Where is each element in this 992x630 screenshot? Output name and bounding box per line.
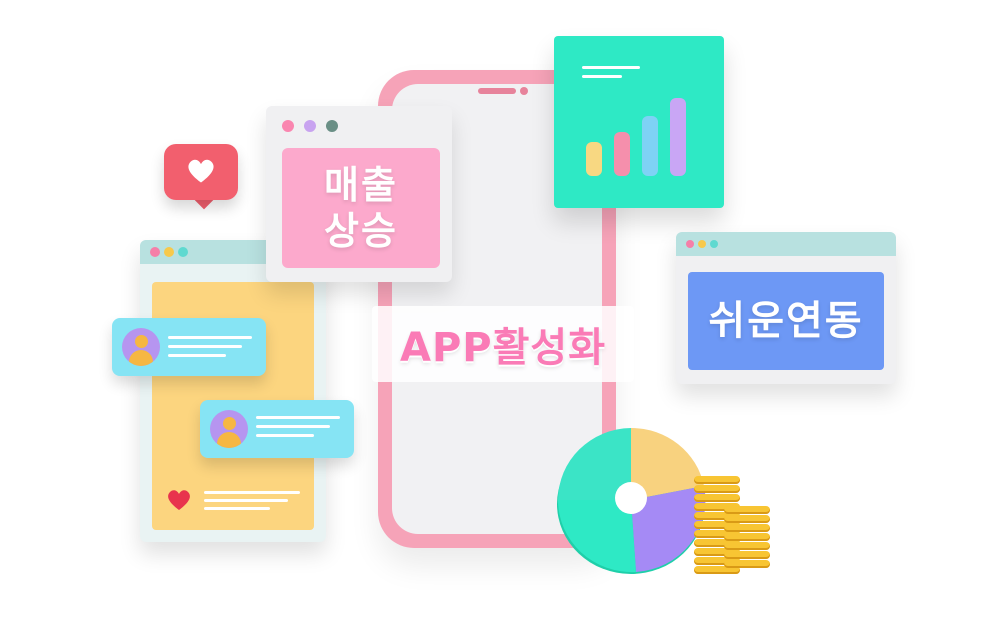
avatar-icon xyxy=(122,328,160,366)
text-line xyxy=(256,425,330,428)
chat-bubble xyxy=(200,400,354,458)
window-dot-teal xyxy=(710,240,718,248)
window-dot-pink xyxy=(282,120,294,132)
easy-link-label: 쉬운연동 xyxy=(708,298,864,344)
heart-icon xyxy=(168,490,190,510)
chat-bubble xyxy=(112,318,266,376)
integration-window-titlebar xyxy=(676,232,896,256)
window-dot-red xyxy=(686,240,694,248)
text-line xyxy=(168,345,242,348)
app-activation-banner: APP활성화 xyxy=(372,306,634,382)
text-line xyxy=(168,354,226,357)
avatar-icon xyxy=(210,410,248,448)
easy-link-card: 쉬운연동 xyxy=(688,272,884,370)
coin-stack-icon xyxy=(724,506,776,576)
phone-camera xyxy=(520,87,528,95)
heart-icon xyxy=(188,159,214,183)
sales-label-line1: 매출 xyxy=(324,163,398,207)
sales-label-line2: 상승 xyxy=(324,209,398,253)
text-line xyxy=(168,336,252,339)
window-dot-teal xyxy=(178,247,188,257)
window-dot-red xyxy=(150,247,160,257)
window-dot-green xyxy=(326,120,338,132)
text-line xyxy=(582,75,622,78)
pie-chart-icon xyxy=(557,427,706,574)
text-line xyxy=(204,507,270,510)
window-dot-yellow xyxy=(164,247,174,257)
text-line xyxy=(204,499,288,502)
bar-chart-icon xyxy=(586,98,686,176)
app-activation-label: APP활성화 xyxy=(400,325,606,371)
text-line xyxy=(256,434,314,437)
text-line xyxy=(204,491,300,494)
window-dot-yellow xyxy=(698,240,706,248)
phone-speaker xyxy=(478,88,516,94)
text-line xyxy=(582,66,640,69)
text-line xyxy=(256,416,340,419)
sales-up-card: 매출 상승 xyxy=(282,148,440,268)
window-dot-purple xyxy=(304,120,316,132)
